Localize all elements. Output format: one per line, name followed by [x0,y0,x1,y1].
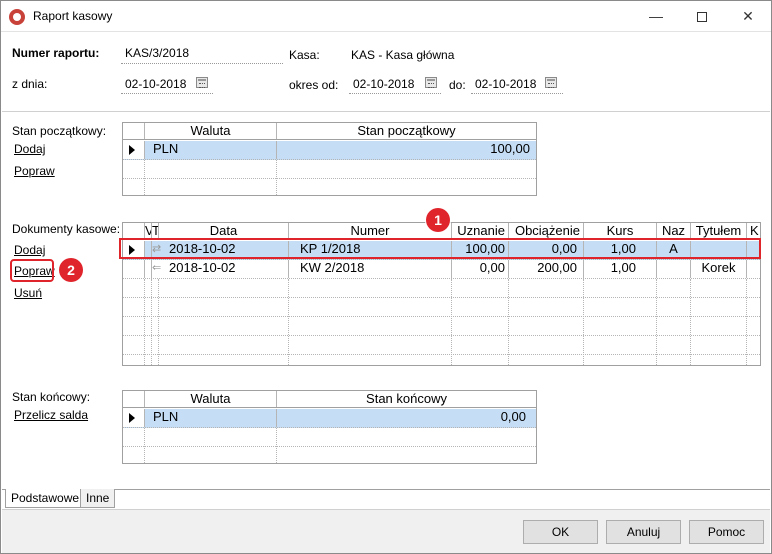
numer-raportu-value[interactable]: KAS/3/2018 [125,46,189,60]
table-row[interactable]: ⇐ 2018-10-02 KW 2/2018 0,00 200,00 1,00 … [123,260,760,279]
table-row[interactable]: PLN 0,00 [123,409,536,428]
close-button[interactable]: ✕ [725,1,771,32]
cell-numer[interactable]: KW 2/2018 [289,260,452,278]
z-dnia-field[interactable]: 02-10-2018 [125,77,186,91]
okres-od-underline [349,93,441,94]
column-header-stan-koncowy[interactable]: Stan końcowy [277,391,536,407]
tab-inne[interactable]: Inne [80,489,116,508]
numer-raportu-underline [121,63,283,64]
column-header-naz[interactable]: Naz [657,223,691,239]
column-header-obciazenie[interactable]: Obciążenie [509,223,584,239]
do-field[interactable]: 02-10-2018 [475,77,536,91]
column-header-t[interactable]: T [152,223,159,239]
minimize-button[interactable]: — [633,1,679,32]
cell-data[interactable]: 2018-10-02 [159,260,289,278]
column-header-uznanie[interactable]: Uznanie [452,223,509,239]
cell-stan[interactable]: 0,00 [277,409,536,427]
maximize-icon [697,12,707,23]
stan-poczatkowy-popraw-link[interactable]: Popraw [14,164,55,178]
column-header-v[interactable]: V [145,223,152,239]
arrow-left-icon: ⇐ [152,262,162,274]
do-underline [471,93,563,94]
row-pointer-icon [123,409,145,427]
stan-poczatkowy-label: Stan początkowy: [12,124,107,138]
stan-koncowy-grid[interactable]: Waluta Stan końcowy PLN 0,00 [122,390,537,464]
separator [2,111,770,112]
highlight-popraw-link [10,259,54,282]
cell-uznanie[interactable]: 0,00 [452,260,509,278]
numer-raportu-label: Numer raportu: [12,46,100,60]
calendar-icon[interactable] [425,77,437,88]
cell-waluta[interactable]: PLN [145,141,277,159]
do-label: do: [449,78,466,92]
okres-od-field[interactable]: 02-10-2018 [353,77,414,91]
stan-koncowy-label: Stan końcowy: [12,390,91,404]
column-header-k[interactable]: K [747,223,760,239]
kasa-label: Kasa: [289,48,320,62]
cell-obciazenie[interactable]: 200,00 [509,260,584,278]
cell-stan[interactable]: 100,00 [277,141,536,159]
stan-poczatkowy-grid[interactable]: Waluta Stan początkowy PLN 100,00 [122,122,537,196]
close-icon: ✕ [742,8,754,24]
window-title: Raport kasowy [33,9,113,23]
annotation-badge-2: 2 [59,258,83,282]
maximize-button[interactable] [679,1,725,32]
okres-od-label: okres od: [289,78,339,92]
report-window: Raport kasowy — ✕ Numer raportu: KAS/3/2… [0,0,772,554]
grid-header: Waluta Stan początkowy [123,123,536,140]
z-dnia-label: z dnia: [12,77,48,91]
column-header-data[interactable]: Data [159,223,289,239]
column-header-waluta[interactable]: Waluta [145,123,277,139]
tab-podstawowe[interactable]: Podstawowe [5,489,86,508]
cell-tytulem[interactable]: Korek [691,260,747,278]
column-header-kurs[interactable]: Kurs [584,223,657,239]
column-header-tytulem[interactable]: Tytułem [691,223,747,239]
stan-poczatkowy-dodaj-link[interactable]: Dodaj [14,142,45,156]
calendar-icon[interactable] [196,77,208,88]
app-logo-icon [9,9,25,25]
column-header-waluta[interactable]: Waluta [145,391,277,407]
cell-waluta[interactable]: PLN [145,409,277,427]
highlight-selected-row [119,238,761,259]
grid-header: Waluta Stan końcowy [123,391,536,408]
z-dnia-underline [121,93,213,94]
ok-button[interactable]: OK [523,520,598,544]
kasa-value[interactable]: KAS - Kasa główna [351,48,454,62]
dokumenty-kasowe-label: Dokumenty kasowe: [12,222,121,236]
help-button[interactable]: Pomoc [689,520,764,544]
przelicz-salda-link[interactable]: Przelicz salda [14,408,88,422]
table-row[interactable]: PLN 100,00 [123,141,536,160]
dokumenty-usun-link[interactable]: Usuń [14,286,42,300]
calendar-icon[interactable] [545,77,557,88]
dialog-footer: OK Anuluj Pomoc [2,509,770,553]
row-pointer-icon [123,141,145,159]
annotation-badge-1: 1 [426,208,450,232]
cancel-button[interactable]: Anuluj [606,520,681,544]
cell-kurs[interactable]: 1,00 [584,260,657,278]
tab-strip: Podstawowe Inne [2,489,770,509]
cell-naz[interactable] [657,260,691,278]
column-header-stan-poczatkowy[interactable]: Stan początkowy [277,123,536,139]
dokumenty-dodaj-link[interactable]: Dodaj [14,243,45,257]
title-bar: Raport kasowy — ✕ [1,1,771,32]
